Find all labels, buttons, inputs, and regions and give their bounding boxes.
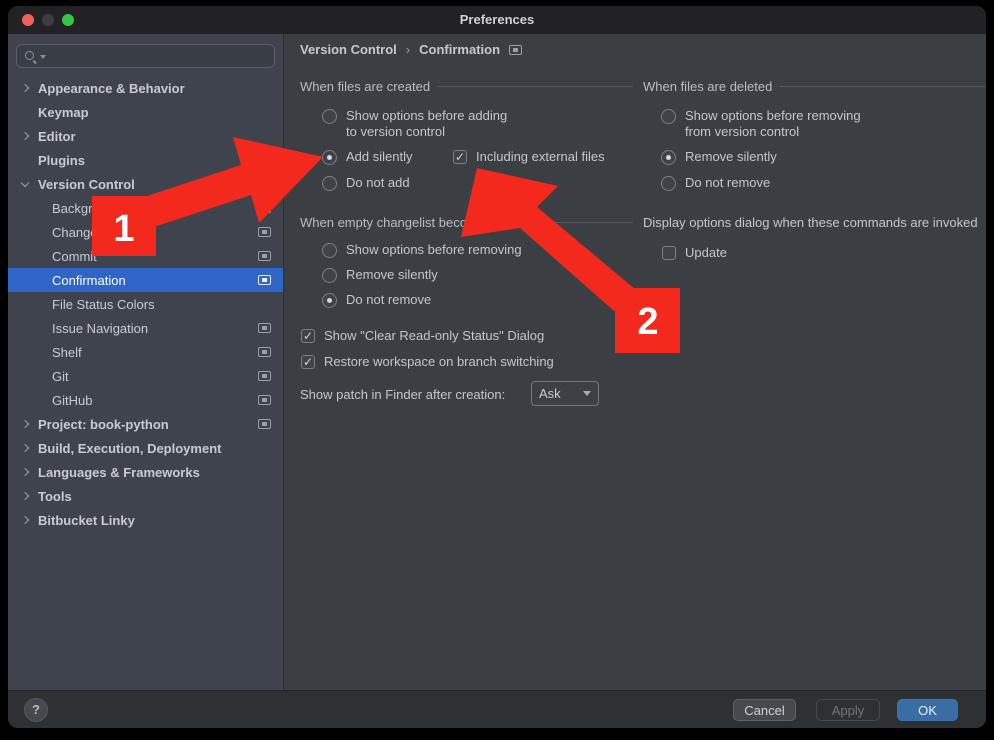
radio-add-silently[interactable]: Add silently — [322, 149, 412, 165]
radio-remove-silently-changelist[interactable]: Remove silently — [322, 267, 438, 283]
ok-button[interactable]: OK — [897, 699, 958, 721]
radio-icon[interactable] — [322, 268, 337, 283]
breadcrumb-separator: › — [406, 42, 410, 57]
radio-icon[interactable] — [322, 109, 337, 124]
preferences-window: Preferences Appearance & Behavior Keymap — [8, 6, 986, 728]
checkbox-clear-readonly-dialog[interactable]: Show "Clear Read-only Status" Dialog — [301, 328, 544, 344]
chevron-icon[interactable] — [22, 183, 38, 186]
screen-icon — [258, 371, 271, 381]
chevron-icon[interactable] — [22, 517, 38, 523]
checkbox-icon[interactable] — [662, 246, 676, 260]
search-input[interactable] — [16, 44, 275, 68]
radio-show-options-before-adding[interactable]: Show options before adding to version co… — [322, 108, 507, 140]
zoom-button[interactable] — [62, 14, 74, 26]
titlebar: Preferences — [8, 6, 986, 34]
breadcrumb-section[interactable]: Version Control — [300, 42, 397, 57]
sidebar-item-shelf[interactable]: Shelf — [8, 340, 283, 364]
checkbox-icon[interactable] — [301, 355, 315, 369]
patch-dropdown[interactable]: Ask — [531, 381, 599, 406]
radio-show-options-before-removing-files[interactable]: Show options before removing from versio… — [661, 108, 861, 140]
sidebar-item-issue-navigation[interactable]: Issue Navigation — [8, 316, 283, 340]
screen-icon — [258, 323, 271, 333]
dropdown-caret-icon — [583, 391, 591, 396]
window-title: Preferences — [8, 6, 986, 34]
screen-icon — [509, 45, 522, 55]
checkbox-including-external-files[interactable]: Including external files — [453, 149, 605, 165]
cancel-button[interactable]: Cancel — [733, 699, 796, 721]
checkbox-update[interactable]: Update — [662, 245, 727, 261]
radio-icon[interactable] — [322, 176, 337, 191]
display-options-label: Display options dialog when these comman… — [643, 215, 986, 230]
radio-icon[interactable] — [322, 243, 337, 258]
sidebar-item-bitbucket-linky[interactable]: Bitbucket Linky — [8, 508, 283, 532]
sidebar-item-version-control[interactable]: Version Control — [8, 172, 283, 196]
screen-icon — [258, 227, 271, 237]
screen-icon — [258, 203, 271, 213]
radio-icon[interactable] — [322, 150, 337, 165]
screen-icon — [258, 347, 271, 357]
radio-remove-silently-files[interactable]: Remove silently — [661, 149, 777, 165]
radio-show-options-before-removing[interactable]: Show options before removing — [322, 242, 522, 258]
chevron-icon[interactable] — [22, 85, 38, 91]
radio-do-not-add[interactable]: Do not add — [322, 175, 410, 191]
checkbox-icon[interactable] — [301, 329, 315, 343]
checkbox-restore-workspace[interactable]: Restore workspace on branch switching — [301, 354, 554, 370]
settings-sidebar: Appearance & Behavior Keymap Editor — [8, 34, 284, 690]
sidebar-item-file-status-colors[interactable]: File Status Colors — [8, 292, 283, 316]
chevron-icon[interactable] — [22, 445, 38, 451]
section-files-created: When files are created — [300, 79, 633, 94]
screen-icon — [258, 419, 271, 429]
settings-content: Version Control › Confirmation When file… — [284, 34, 986, 690]
sidebar-item-changelists[interactable]: Changelists — [8, 220, 283, 244]
sidebar-item-git[interactable]: Git — [8, 364, 283, 388]
radio-icon[interactable] — [322, 293, 337, 308]
sidebar-item-confirmation[interactable]: Confirmation — [8, 268, 283, 292]
patch-label: Show patch in Finder after creation: — [300, 387, 505, 402]
search-caret-icon — [40, 55, 46, 59]
screen-icon — [258, 251, 271, 261]
sidebar-item-plugins[interactable]: Plugins — [8, 148, 283, 172]
sidebar-item-languages-frameworks[interactable]: Languages & Frameworks — [8, 460, 283, 484]
radio-do-not-remove-files[interactable]: Do not remove — [661, 175, 770, 191]
sidebar-item-commit[interactable]: Commit — [8, 244, 283, 268]
screen-icon — [258, 395, 271, 405]
apply-button[interactable]: Apply — [816, 699, 880, 721]
minimize-button[interactable] — [42, 14, 54, 26]
breadcrumb: Version Control › Confirmation — [300, 42, 522, 57]
sidebar-item-build-execution-deployment[interactable]: Build, Execution, Deployment — [8, 436, 283, 460]
breadcrumb-page: Confirmation — [419, 42, 500, 57]
radio-icon[interactable] — [661, 176, 676, 191]
section-empty-changelist: When empty changelist becomes inactive — [300, 215, 633, 230]
sidebar-item-github[interactable]: GitHub — [8, 388, 283, 412]
chevron-icon[interactable] — [22, 133, 38, 139]
sidebar-item-tools[interactable]: Tools — [8, 484, 283, 508]
radio-do-not-remove-changelist[interactable]: Do not remove — [322, 292, 431, 308]
help-button[interactable]: ? — [24, 698, 48, 722]
screen-icon — [258, 275, 271, 285]
radio-icon[interactable] — [661, 150, 676, 165]
sidebar-item-project-book-python[interactable]: Project: book-python — [8, 412, 283, 436]
footer-bar: ? Cancel Apply OK — [8, 690, 986, 728]
chevron-icon[interactable] — [22, 421, 38, 427]
section-files-deleted: When files are deleted — [643, 79, 986, 94]
search-text-field[interactable] — [48, 49, 267, 64]
settings-tree: Appearance & Behavior Keymap Editor — [8, 76, 283, 532]
chevron-icon[interactable] — [22, 493, 38, 499]
sidebar-item-appearance-behavior[interactable]: Appearance & Behavior — [8, 76, 283, 100]
sidebar-item-editor[interactable]: Editor — [8, 124, 283, 148]
search-icon — [24, 49, 38, 63]
close-button[interactable] — [22, 14, 34, 26]
radio-icon[interactable] — [661, 109, 676, 124]
sidebar-item-keymap[interactable]: Keymap — [8, 100, 283, 124]
chevron-icon[interactable] — [22, 469, 38, 475]
checkbox-icon[interactable] — [453, 150, 467, 164]
patch-dropdown-value: Ask — [539, 386, 561, 401]
sidebar-item-background[interactable]: Background — [8, 196, 283, 220]
